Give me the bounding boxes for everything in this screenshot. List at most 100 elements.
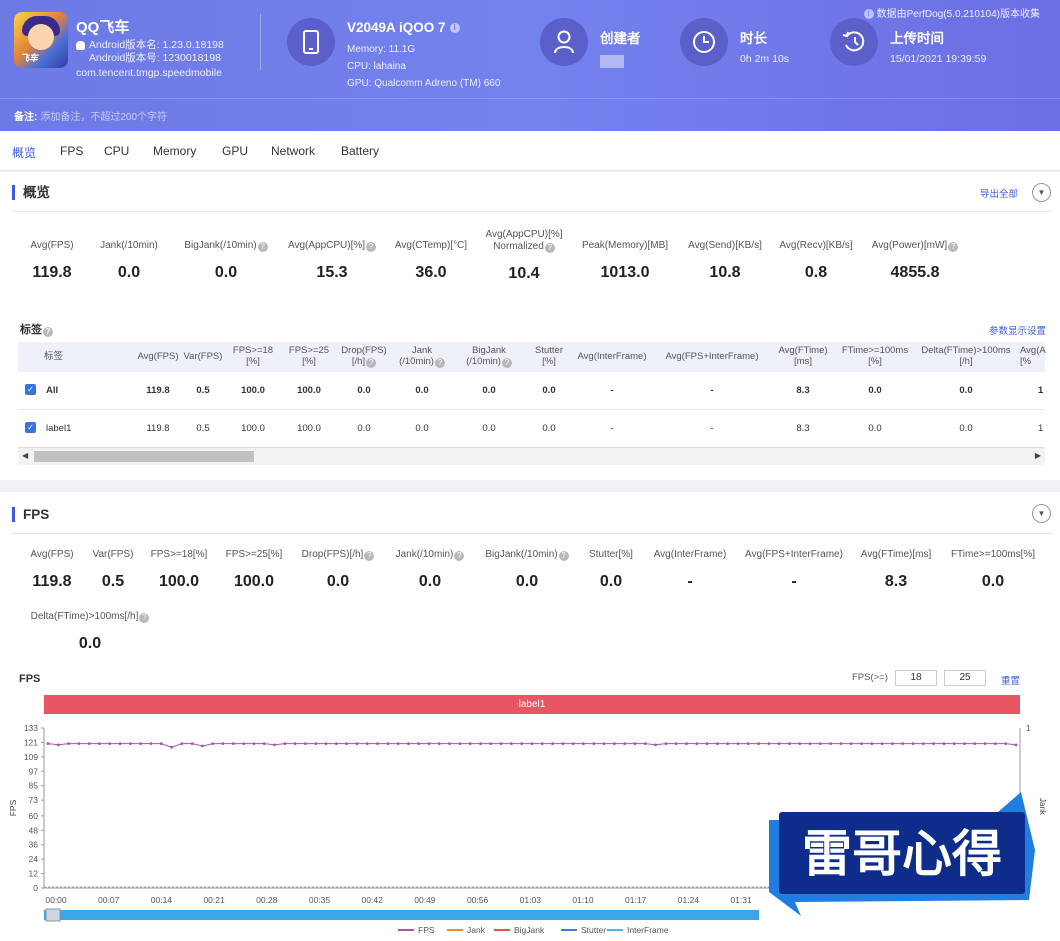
fps-point: [540, 742, 544, 746]
legend-item[interactable]: Jank: [447, 925, 485, 935]
overview-metric: Avg(Power)[mW]? 4855.8: [855, 240, 975, 282]
overview-title: 概览: [12, 185, 50, 200]
fps-point: [685, 742, 688, 746]
fps-point: [798, 742, 802, 746]
table-cell: -: [610, 385, 614, 396]
fps-chart-title: FPS: [19, 673, 41, 685]
scroll-left-icon[interactable]: ◀: [22, 451, 28, 460]
y-tick-label: 24: [29, 854, 39, 864]
fps-point: [77, 742, 81, 746]
x-tick-label: 00:21: [203, 895, 225, 905]
device-specs: Memory: 11.1G CPU: lahaina GPU: Qualcomm…: [347, 44, 501, 89]
fps-point: [839, 742, 843, 746]
legend-item[interactable]: InterFrame: [607, 925, 669, 935]
help-icon[interactable]: ?: [257, 242, 268, 252]
row-checkbox[interactable]: ✓: [25, 384, 36, 395]
fps-point: [108, 742, 112, 746]
tab-fps[interactable]: FPS: [60, 144, 83, 158]
tab-cpu[interactable]: CPU: [104, 144, 129, 158]
fps-point: [664, 742, 668, 746]
fps-point: [860, 742, 863, 746]
duration-label: 时长: [740, 31, 767, 46]
creator-value-redacted: [600, 55, 624, 68]
table-cell: 0.0: [868, 423, 882, 434]
table-header-cell: Avg(FPS+InterFrame): [665, 351, 759, 362]
table-cell: -: [610, 423, 614, 434]
fps-point: [242, 742, 246, 746]
legend-label: Jank: [467, 925, 485, 935]
fps-point: [921, 742, 925, 746]
fps-point: [118, 742, 122, 746]
legend-item[interactable]: Stutter: [561, 925, 606, 935]
legend-item[interactable]: BigJank: [494, 925, 544, 935]
fps-point: [262, 742, 266, 746]
fps-point: [468, 742, 472, 746]
tab-gpu[interactable]: GPU: [222, 144, 248, 158]
y-tick-label: 12: [29, 869, 39, 879]
collapse-overview-icon[interactable]: ▼: [1032, 183, 1051, 202]
legend-swatch: [561, 929, 577, 931]
threshold-input-1[interactable]: 18: [895, 670, 937, 686]
y-tick-label: 0: [33, 883, 38, 893]
y-tick-label: 85: [29, 781, 39, 791]
help-icon[interactable]: ?: [454, 551, 465, 561]
upload-time-label: 上传时间: [890, 31, 944, 46]
scrollbar-thumb[interactable]: [34, 451, 254, 462]
user-icon: [540, 18, 588, 66]
tab-network[interactable]: Network: [271, 144, 315, 158]
fps-point: [643, 742, 647, 746]
y-tick-label: 48: [29, 825, 39, 835]
tab-battery[interactable]: Battery: [341, 144, 379, 158]
table-horizontal-scrollbar[interactable]: ◀ ▶: [18, 447, 1045, 465]
legend-label: FPS: [418, 925, 435, 935]
fps-point: [396, 742, 400, 746]
row-checkbox[interactable]: ✓: [25, 422, 36, 433]
table-cell: 0.0: [868, 385, 882, 396]
help-icon[interactable]: ?: [139, 613, 150, 623]
metric-label: FTime>=100ms[%]: [950, 549, 1036, 560]
fps-point: [334, 742, 338, 746]
fps-point: [201, 744, 204, 748]
reset-threshold-link[interactable]: 重置: [1001, 673, 1020, 687]
info-icon: i: [449, 23, 460, 34]
fps-point: [211, 742, 215, 746]
param-settings-link[interactable]: 参数显示设置: [989, 323, 1046, 337]
collapse-fps-icon[interactable]: ▼: [1032, 504, 1051, 523]
tab-memory[interactable]: Memory: [153, 144, 196, 158]
export-all-link[interactable]: 导出全部: [980, 186, 1018, 200]
label-range-bar[interactable]: label1: [44, 695, 1020, 714]
fps-point: [870, 742, 874, 746]
x-tick-label: 00:49: [414, 895, 436, 905]
remark-field[interactable]: 备注: 添加备注，不超过200个字符: [14, 108, 167, 123]
tab-overview[interactable]: 概览: [12, 144, 36, 161]
fps-point: [901, 742, 905, 746]
y-tick-label: 121: [24, 737, 38, 747]
fps-point: [561, 742, 565, 746]
fps-point: [149, 742, 153, 746]
section-tabs: 概览 FPS CPU Memory GPU Network Battery: [0, 131, 1060, 171]
fps-point: [891, 742, 894, 746]
table-cell: 1: [1038, 385, 1044, 396]
help-icon[interactable]: ?: [544, 243, 555, 253]
fps-metric: FTime>=100ms[%] 0.0: [933, 549, 1053, 591]
fps-point: [818, 742, 822, 746]
fps-point: [705, 742, 709, 746]
upload-time-value: 15/01/2021 19:39:59: [890, 53, 987, 65]
app-icon: 飞车: [14, 12, 68, 68]
duration-value: 0h 2m 10s: [740, 53, 790, 65]
table-header-cell: Delta(FTime)>100ms [/h]: [921, 345, 1011, 367]
fps-point: [767, 742, 771, 746]
scroll-right-icon[interactable]: ▶: [1035, 451, 1041, 460]
fps-point: [849, 742, 853, 746]
threshold-input-2[interactable]: 25: [944, 670, 986, 686]
fps-point: [489, 742, 493, 746]
x-tick-label: 01:31: [730, 895, 752, 905]
fps-point: [654, 743, 657, 747]
fps-point: [56, 743, 60, 747]
fps-point: [633, 742, 637, 746]
tags-title: 标签?: [20, 321, 53, 337]
legend-swatch: [607, 929, 623, 931]
help-icon[interactable]: ?: [948, 242, 959, 252]
legend-item[interactable]: FPS: [398, 925, 435, 935]
fps-point: [963, 742, 966, 746]
